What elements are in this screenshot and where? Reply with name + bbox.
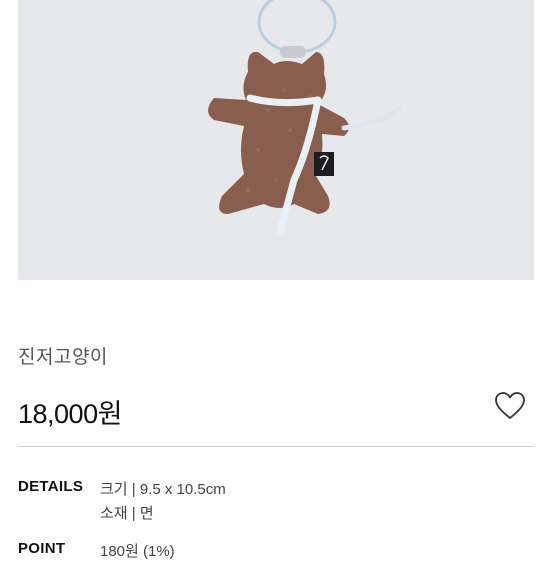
product-price: 18,000원: [18, 399, 122, 429]
divider: [18, 446, 534, 447]
details-label: DETAILS: [18, 478, 84, 495]
point-label: POINT: [18, 540, 66, 557]
product-image[interactable]: [18, 0, 534, 280]
point-value: 180원 (1%): [100, 543, 175, 560]
heart-outline-icon[interactable]: [494, 391, 526, 421]
product-title: 진저고양이: [18, 347, 108, 368]
material-value: 소재 | 면: [100, 505, 154, 522]
cat-keychain-illustration: [208, 0, 403, 236]
size-value: 크기 | 9.5 x 10.5cm: [100, 481, 226, 498]
